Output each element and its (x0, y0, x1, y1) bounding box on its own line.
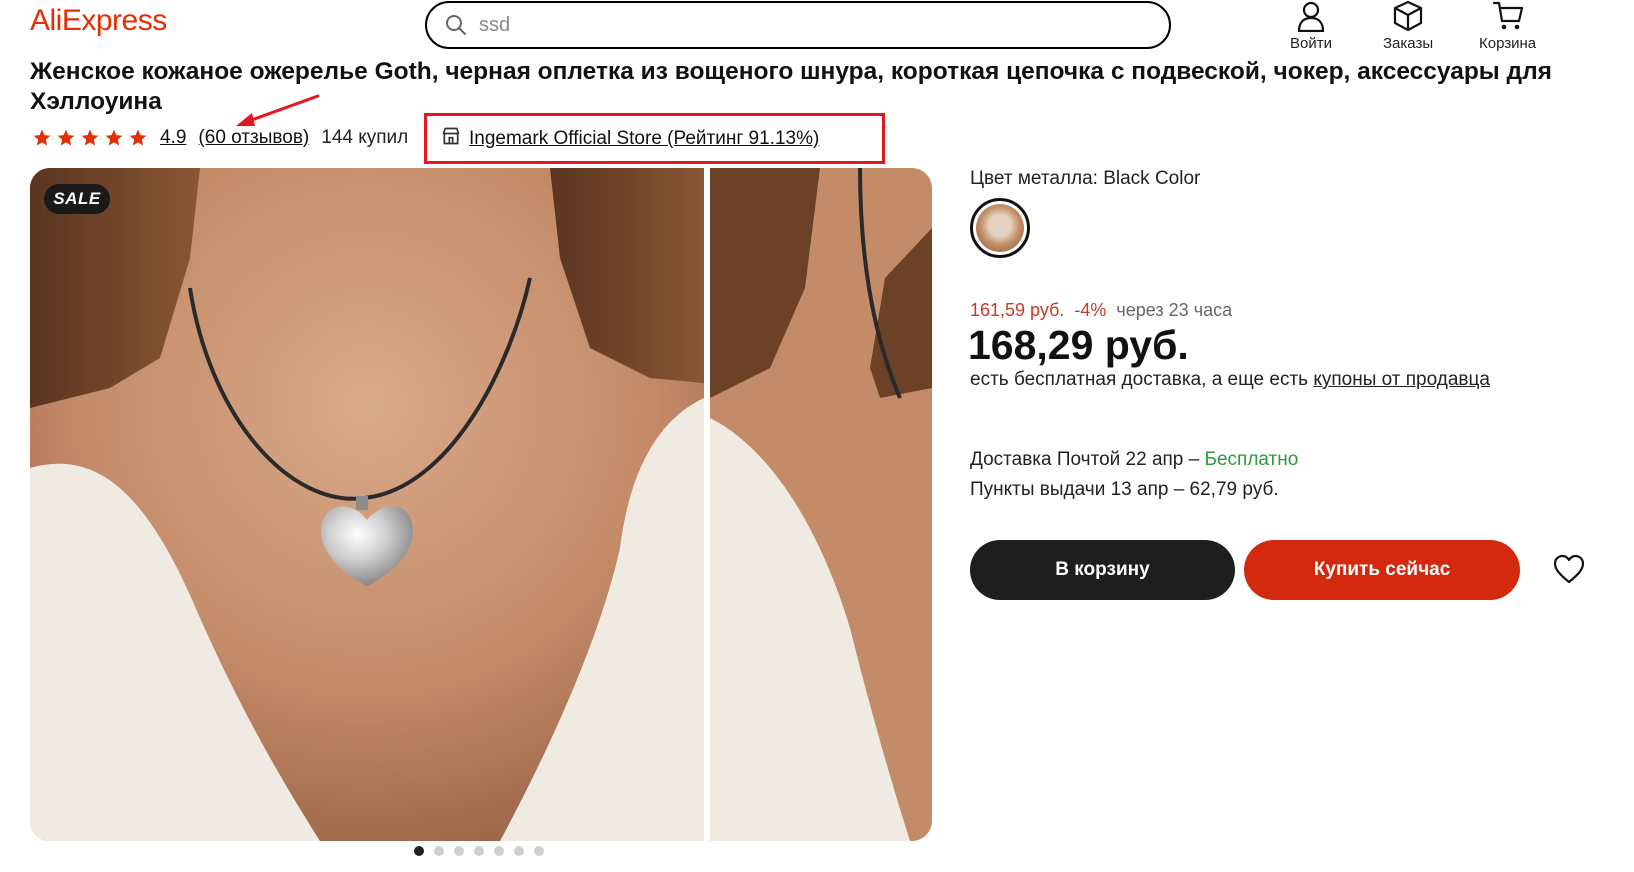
gallery-dot[interactable] (494, 846, 504, 856)
old-price: 161,59 руб. (970, 300, 1065, 320)
user-icon (1296, 0, 1326, 32)
store-link[interactable]: Ingemark Official Store (Рейтинг 91.13%) (469, 128, 819, 150)
old-price-row: 161,59 руб. -4% через 23 часа (970, 300, 1232, 321)
store-highlight-box: Ingemark Official Store (Рейтинг 91.13%) (424, 113, 885, 164)
nav-cart-label: Корзина (1479, 35, 1537, 52)
seller-coupons-link[interactable]: купоны от продавца (1313, 369, 1490, 390)
gallery-dot[interactable] (454, 846, 464, 856)
product-gallery[interactable] (30, 168, 932, 841)
nav-orders-label: Заказы (1383, 35, 1434, 52)
gallery-pagination[interactable] (414, 846, 544, 856)
aliexpress-logo[interactable]: AliExpress (30, 4, 167, 38)
search-icon (443, 12, 469, 38)
buy-now-button[interactable]: Купить сейчас (1244, 540, 1520, 600)
cart-icon (1492, 0, 1524, 32)
reviews-link[interactable]: (60 отзывов) (198, 127, 309, 149)
search-input[interactable] (479, 13, 1079, 37)
gallery-dot[interactable] (434, 846, 444, 856)
star-icon (57, 129, 75, 146)
rating-row: 4.9 (60 отзывов) 144 купил (32, 124, 408, 152)
gallery-dot[interactable] (534, 846, 544, 856)
product-title: Женское кожаное ожерелье Goth, черная оп… (30, 58, 1552, 115)
gallery-dot[interactable] (514, 846, 524, 856)
swatch-image (976, 204, 1024, 252)
wishlist-button[interactable] (1553, 554, 1587, 586)
current-price: 168,29 руб. (968, 322, 1189, 368)
delivery-pickup: Пункты выдачи 13 апр – 62,79 руб. (970, 479, 1279, 500)
sold-count: 144 купил (321, 127, 409, 148)
gallery-dot[interactable] (474, 846, 484, 856)
nav-cart[interactable]: Корзина (1479, 0, 1536, 52)
star-icon (129, 129, 147, 146)
store-icon (441, 126, 461, 151)
metal-color-label: Цвет металла: Black Color (970, 168, 1201, 189)
sale-badge: SALE (44, 184, 110, 214)
shipping-note: есть бесплатная доставка, а еще есть куп… (970, 369, 1490, 391)
heart-icon (1553, 554, 1585, 584)
add-to-cart-button[interactable]: В корзину (970, 540, 1235, 600)
star-icon (81, 129, 99, 146)
product-image-secondary[interactable] (710, 168, 932, 841)
delivery-post: Доставка Почтой 22 апр – Бесплатно (970, 449, 1298, 471)
star-icon (105, 129, 123, 146)
package-icon (1392, 0, 1424, 32)
product-image-main[interactable] (30, 168, 704, 841)
delivery-post-text: Доставка Почтой 22 апр – (970, 449, 1205, 470)
search-bar[interactable] (425, 1, 1171, 49)
discount-badge: -4% (1074, 300, 1107, 320)
nav-login[interactable]: Войти (1290, 0, 1332, 52)
nav-login-label: Войти (1290, 35, 1332, 52)
rating-stars (32, 128, 148, 148)
shipping-note-text: есть бесплатная доставка, а еще есть (970, 369, 1314, 390)
discount-timer: через 23 часа (1116, 300, 1233, 320)
delivery-free-label: Бесплатно (1204, 449, 1299, 470)
nav-orders[interactable]: Заказы (1383, 0, 1433, 52)
color-swatch-black[interactable] (970, 198, 1030, 258)
gallery-dot[interactable] (414, 846, 424, 856)
star-icon (33, 129, 51, 146)
rating-value[interactable]: 4.9 (160, 127, 186, 149)
